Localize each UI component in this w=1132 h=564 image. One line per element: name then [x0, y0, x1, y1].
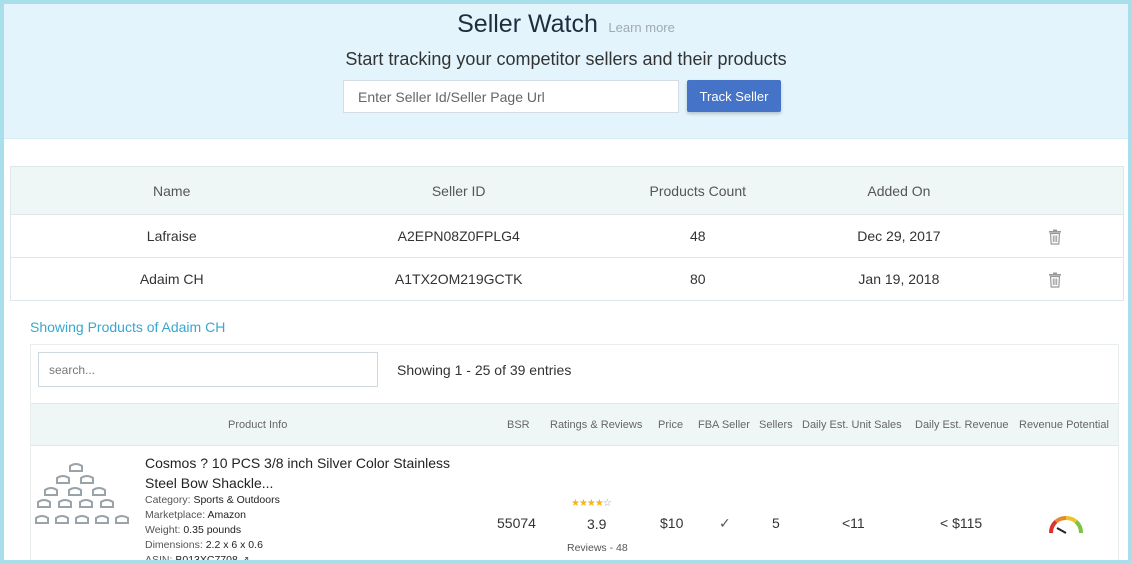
products-table-header: Product Info BSR Ratings & Reviews Price…: [31, 403, 1118, 446]
entries-count: Showing 1 - 25 of 39 entries: [397, 362, 572, 378]
column-header-added-on[interactable]: Added On: [811, 183, 988, 199]
column-header-ratings-reviews[interactable]: Ratings & Reviews: [550, 419, 642, 431]
column-header-seller-id[interactable]: Seller ID: [332, 183, 585, 199]
sellers-table: Name Seller ID Products Count Added On L…: [10, 166, 1124, 301]
seller-id-input[interactable]: [343, 80, 679, 113]
product-category: Category: Sports & Outdoors: [145, 494, 280, 506]
product-search-input[interactable]: [38, 352, 378, 387]
column-header-bsr[interactable]: BSR: [507, 419, 530, 431]
external-link-icon[interactable]: ↗: [241, 554, 250, 560]
column-header-fba-seller[interactable]: FBA Seller: [698, 419, 750, 431]
column-header-revenue-potential[interactable]: Revenue Potential: [1019, 419, 1109, 431]
column-header-daily-unit-sales[interactable]: Daily Est. Unit Sales: [802, 419, 902, 431]
product-bsr: 55074: [497, 515, 536, 531]
track-seller-button[interactable]: Track Seller: [687, 80, 781, 112]
column-header-price[interactable]: Price: [658, 419, 683, 431]
learn-more-link[interactable]: Learn more: [608, 20, 674, 35]
product-meta: Category: Sports & Outdoors Marketplace:…: [145, 493, 280, 560]
daily-unit-sales: <11: [842, 515, 865, 531]
product-reviews: Reviews - 48: [567, 542, 628, 554]
delete-seller-button[interactable]: [987, 270, 1123, 288]
products-count: 80: [689, 271, 706, 287]
product-asin[interactable]: ASIN: B013XC7708 ↗: [145, 553, 280, 560]
app-frame: Seller Watch Learn more Start tracking y…: [0, 0, 1132, 564]
sellers-table-header: Name Seller ID Products Count Added On: [11, 167, 1123, 214]
seller-watch-header: Seller Watch Learn more Start tracking y…: [4, 4, 1128, 139]
rating-stars: ★★★★☆: [571, 498, 612, 509]
seller-id: A2EPN08Z0FPLG4: [397, 228, 520, 244]
product-price: $10: [660, 515, 684, 531]
fba-check-icon: ✓: [719, 515, 731, 531]
column-header-daily-revenue[interactable]: Daily Est. Revenue: [915, 419, 1009, 431]
seller-row[interactable]: Adaim CH A1TX2OM219GCTK 80 Jan 19, 2018: [11, 257, 1123, 300]
product-weight: Weight: 0.35 pounds: [145, 524, 242, 536]
seller-id: A1TX2OM219GCTK: [394, 271, 523, 287]
page-title-row: Seller Watch Learn more: [4, 10, 1128, 39]
products-section-title: Showing Products of Adaim CH: [30, 319, 226, 335]
seller-row[interactable]: Lafraise A2EPN08Z0FPLG4 48 Dec 29, 2017: [11, 214, 1123, 257]
product-rating: 3.9: [587, 516, 607, 532]
column-header-sellers[interactable]: Sellers: [759, 419, 793, 431]
column-header-products-count[interactable]: Products Count: [585, 183, 811, 199]
product-title[interactable]: Cosmos ? 10 PCS 3/8 inch Silver Color St…: [145, 453, 475, 493]
page-title: Seller Watch: [457, 10, 598, 38]
seller-name[interactable]: Lafraise: [11, 228, 332, 244]
trash-icon[interactable]: [1048, 272, 1062, 288]
product-dimensions: Dimensions: 2.2 x 6 x 0.6: [145, 539, 263, 551]
product-sellers: 5: [772, 515, 780, 531]
product-marketplace: Marketplace: Amazon: [145, 509, 246, 521]
page-subtitle: Start tracking your competitor sellers a…: [345, 49, 787, 69]
seller-name[interactable]: Adaim CH: [11, 271, 332, 287]
column-header-name[interactable]: Name: [11, 183, 332, 199]
product-row[interactable]: Cosmos ? 10 PCS 3/8 inch Silver Color St…: [31, 446, 1118, 560]
trash-icon[interactable]: [1048, 229, 1062, 245]
delete-seller-button[interactable]: [987, 227, 1123, 245]
daily-revenue: < $115: [940, 515, 983, 531]
products-panel: Showing 1 - 25 of 39 entries Product Inf…: [30, 344, 1119, 560]
product-image-shackles[interactable]: [35, 462, 137, 540]
column-header-product-info[interactable]: Product Info: [228, 419, 287, 431]
added-on-date: Dec 29, 2017: [857, 228, 941, 244]
added-on-date: Jan 19, 2018: [858, 271, 940, 287]
products-count: 48: [689, 228, 706, 244]
gauge-icon: [1049, 516, 1083, 534]
